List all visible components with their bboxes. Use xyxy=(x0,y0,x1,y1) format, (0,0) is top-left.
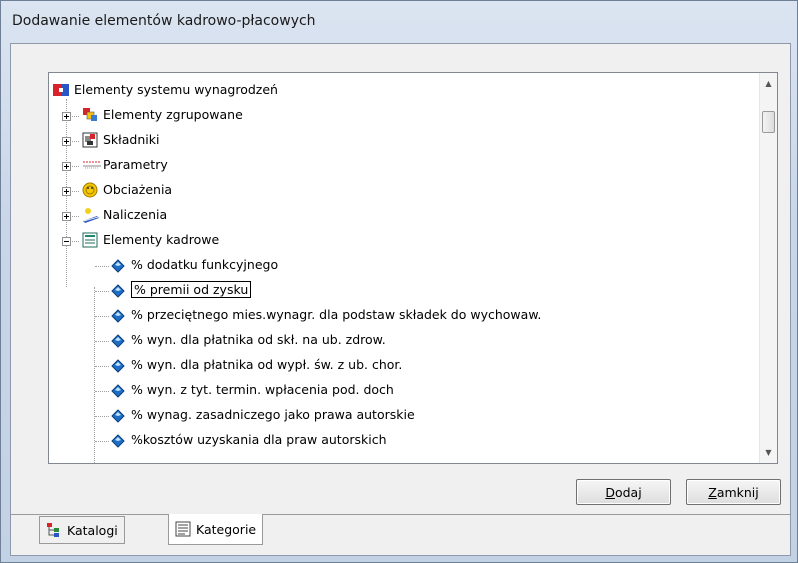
grouped-elements-icon xyxy=(82,107,98,123)
expand-toggle-icon[interactable] xyxy=(62,212,71,221)
tree-connector xyxy=(95,391,109,392)
tree-connector xyxy=(94,287,95,463)
expand-toggle-icon[interactable] xyxy=(62,137,71,146)
tree-connector xyxy=(95,316,109,317)
components-icon xyxy=(82,132,98,148)
add-button-label: odaj xyxy=(614,484,642,500)
tab-strip-line xyxy=(11,514,790,515)
scroll-down-arrow-icon[interactable]: ▼ xyxy=(760,444,777,461)
tree-vertical-scrollbar[interactable]: ▲ ▼ xyxy=(759,73,777,463)
tree-node-label: Obciażenia xyxy=(103,182,173,197)
tree-connector xyxy=(95,291,109,292)
tree-node-charges[interactable]: Obciażenia xyxy=(82,177,172,202)
close-button-label: amknij xyxy=(716,484,759,500)
scroll-thumb[interactable] xyxy=(762,111,775,133)
diamond-icon xyxy=(110,407,126,423)
tree-node-root[interactable]: Elementy systemu wynagrodzeń xyxy=(53,77,278,102)
window-title: Dodawanie elementów kadrowo-płacowych xyxy=(12,13,316,29)
add-button[interactable]: Dodaj xyxy=(576,479,671,505)
tree-item[interactable]: % dodatku funkcyjnego xyxy=(110,252,278,277)
tab-label: Kategorie xyxy=(196,521,257,537)
tab-label: Katalogi xyxy=(67,522,118,538)
tree-item-label: % wyn. dla płatnika od skł. na ub. zdrow… xyxy=(131,332,386,347)
catalog-tree-icon xyxy=(46,522,62,538)
tree-node-label: Naliczenia xyxy=(103,207,168,222)
tree-node-components[interactable]: Składniki xyxy=(82,127,159,152)
diamond-icon xyxy=(110,332,126,348)
collapse-toggle-icon[interactable] xyxy=(62,237,71,246)
tree-item-label: % wynag. zasadniczego jako prawa autorsk… xyxy=(131,407,415,422)
tab-categories[interactable]: Kategorie xyxy=(168,514,264,545)
expand-toggle-icon[interactable] xyxy=(62,112,71,121)
tree-node-label: Elementy systemu wynagrodzeń xyxy=(74,82,278,97)
tree-item-label: % dodatku funkcyjnego xyxy=(131,257,279,272)
dialog-window: Dodawanie elementów kadrowo-płacowych El… xyxy=(0,0,798,563)
tree-item-label: % wyn. z tyt. termin. wpłacenia pod. doc… xyxy=(131,382,394,397)
tree-connector xyxy=(95,416,109,417)
tab-catalogs[interactable]: Katalogi xyxy=(39,516,125,544)
tree-item-selected[interactable]: % premii od zysku xyxy=(110,277,252,302)
tree-connector xyxy=(95,441,109,442)
tree-item[interactable]: % wynag. zasadniczego jako prawa autorsk… xyxy=(110,402,415,427)
expand-toggle-icon[interactable] xyxy=(62,162,71,171)
tree-item[interactable]: % wyn. dla płatnika od skł. na ub. zdrow… xyxy=(110,327,386,352)
categories-list-icon xyxy=(175,521,191,537)
tree-root-icon xyxy=(53,82,69,98)
tree-item[interactable]: % wyn. z tyt. termin. wpłacenia pod. doc… xyxy=(110,377,394,402)
tree-node-calculations[interactable]: Naliczenia xyxy=(82,202,167,227)
diamond-icon xyxy=(110,307,126,323)
tree-connector xyxy=(95,341,109,342)
tree-node-label: Parametry xyxy=(103,157,168,172)
tree-item-label: % wyn. dla płatnika od wypł. św. z ub. c… xyxy=(131,357,403,372)
tree-item[interactable]: % wyn. dla płatnika od wypł. św. z ub. c… xyxy=(110,352,402,377)
charges-icon xyxy=(82,182,98,198)
tree-item[interactable]: %kosztów uzyskania dla praw autorskich xyxy=(110,427,387,452)
hr-elements-icon xyxy=(82,232,98,248)
tree-node-grouped-elements[interactable]: Elementy zgrupowane xyxy=(82,102,243,127)
tree-item[interactable]: % przeciętnego mies.wynagr. dla podstaw … xyxy=(110,302,541,327)
tree-node-label: Elementy kadrowe xyxy=(103,232,220,247)
diamond-icon xyxy=(110,257,126,273)
close-button[interactable]: Zamknij xyxy=(686,479,781,505)
tree-node-hr-elements[interactable]: Elementy kadrowe xyxy=(82,227,219,252)
diamond-icon xyxy=(110,357,126,373)
tree-item-label: % premii od zysku xyxy=(131,281,252,298)
calculations-icon xyxy=(82,207,99,223)
tree-item-label: %kosztów uzyskania dla praw autorskich xyxy=(131,432,387,447)
scroll-up-arrow-icon[interactable]: ▲ xyxy=(760,75,777,92)
tree-node-label: Elementy zgrupowane xyxy=(103,107,243,122)
add-button-mnemonic: D xyxy=(605,484,615,500)
tree-connector xyxy=(95,366,109,367)
tree-connector xyxy=(95,266,109,267)
elements-tree-panel[interactable]: Elementy systemu wynagrodzeń Elementy zg… xyxy=(48,72,778,464)
diamond-icon xyxy=(110,432,126,448)
expand-toggle-icon[interactable] xyxy=(62,187,71,196)
tree-item-label: % przeciętnego mies.wynagr. dla podstaw … xyxy=(131,307,542,322)
parameters-icon xyxy=(82,157,101,173)
dialog-client-area: Elementy systemu wynagrodzeń Elementy zg… xyxy=(10,43,791,556)
tree-node-parameters[interactable]: Parametry xyxy=(82,152,168,177)
tree-node-label: Składniki xyxy=(103,132,160,147)
diamond-icon xyxy=(110,382,126,398)
close-button-mnemonic: Z xyxy=(708,484,717,500)
elements-tree[interactable]: Elementy systemu wynagrodzeń Elementy zg… xyxy=(49,73,759,463)
diamond-icon xyxy=(110,282,126,298)
